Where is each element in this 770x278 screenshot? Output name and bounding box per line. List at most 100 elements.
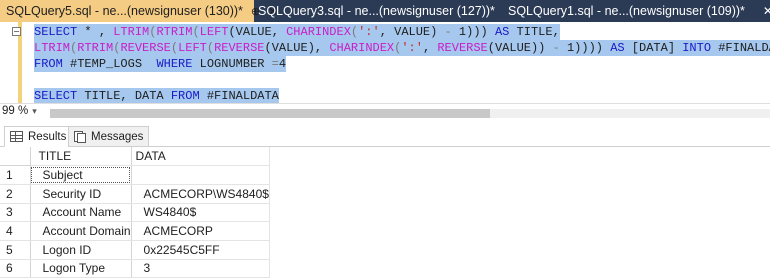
code-line-4: ​: [24, 72, 770, 88]
results-grid[interactable]: TITLE DATA 1 Subject 2 Security ID ACMEC…: [0, 147, 770, 278]
data-cell[interactable]: ACMECORP\WS4840$: [131, 184, 270, 204]
keyword: SELECT: [34, 89, 78, 103]
tab-results-label: Results: [28, 130, 67, 143]
table-row[interactable]: 5 Logon ID 0x22545C5FF: [0, 240, 270, 260]
tab-sqlquery3[interactable]: SQLQuery3.sql - ne...(newsignuser (127))…: [254, 0, 495, 22]
function-name: RTRIM: [156, 25, 193, 39]
column-header-title[interactable]: TITLE: [30, 147, 132, 167]
function-name: LTRIM: [34, 41, 71, 55]
code-text: * ,: [77, 25, 114, 39]
data-cell[interactable]: ACMECORP: [131, 221, 270, 241]
grid-icon: [10, 131, 23, 142]
code-text: (: [192, 25, 200, 39]
code-line-5: SELECT TITLE, DATA FROM #FINALDATA: [24, 88, 770, 104]
function-name: LEFT: [178, 41, 207, 55]
function-name: CHARINDEX: [286, 25, 351, 39]
code-text: #TEMP_LOGS: [62, 57, 157, 71]
function-name: REVERSE: [120, 41, 171, 55]
function-name: REVERSE: [214, 41, 265, 55]
function-name: LEFT: [199, 25, 229, 39]
code-text: TITLE,: [509, 25, 560, 39]
code-text: (VALUE)): [487, 41, 553, 55]
close-icon[interactable]: ✕: [763, 4, 770, 18]
keyword: AS: [494, 25, 510, 39]
code-line-2: LTRIM(RTRIM(REVERSE(LEFT(REVERSE(VALUE),…: [24, 40, 770, 56]
header-row: TITLE DATA: [0, 147, 270, 167]
tab-sqlquery5-label: SQLQuery5.sql - ne...(newsignuser (130))…: [6, 4, 243, 18]
row-number[interactable]: 3: [0, 203, 31, 223]
code-area[interactable]: SELECT * , LTRIM(RTRIM(LEFT(VALUE, CHARI…: [24, 24, 770, 104]
code-text: 1))): [451, 25, 495, 39]
string-literal: ':': [358, 25, 380, 39]
code-text: TITLE, DATA: [77, 89, 171, 103]
table-row[interactable]: 1 Subject: [0, 165, 270, 185]
tab-sqlquery3-label: SQLQuery3.sql - ne...(newsignuser (127))…: [258, 4, 495, 18]
keyword: FROM: [170, 89, 200, 103]
keyword: WHERE: [156, 57, 193, 71]
tab-sqlquery1-label: SQLQuery1.sql - ne...(newsignuser (109))…: [508, 4, 745, 18]
results-tab-bar: Results Messages: [0, 123, 770, 147]
code-text: ,: [422, 41, 438, 55]
operator: -: [552, 41, 560, 55]
code-text: 4: [278, 57, 287, 71]
code-text: LOGNUMBER: [192, 57, 272, 71]
column-header-data[interactable]: DATA: [131, 147, 270, 167]
results-table: TITLE DATA 1 Subject 2 Security ID ACMEC…: [0, 147, 270, 278]
scrollbar-thumb[interactable]: [50, 109, 490, 118]
title-cell[interactable]: Subject: [30, 165, 132, 185]
tab-messages-label: Messages: [91, 130, 144, 143]
code-text: [DATA]: [624, 41, 683, 55]
chevron-down-icon: ▾: [32, 105, 37, 116]
keyword: FROM: [34, 57, 63, 71]
row-number[interactable]: 6: [0, 259, 31, 278]
row-number[interactable]: 4: [0, 221, 31, 241]
tab-results[interactable]: Results: [4, 126, 73, 147]
title-cell[interactable]: Security ID: [30, 184, 132, 204]
row-number[interactable]: 2: [0, 184, 31, 204]
code-text: (: [206, 41, 215, 55]
data-cell[interactable]: 3: [131, 259, 270, 278]
title-cell[interactable]: Logon ID: [30, 240, 132, 260]
function-name: RTRIM: [77, 41, 114, 55]
collapse-icon[interactable]: −: [12, 27, 21, 36]
row-number[interactable]: 1: [0, 165, 31, 185]
row-number[interactable]: 5: [0, 240, 31, 260]
function-name: CHARINDEX: [329, 41, 395, 55]
title-cell[interactable]: Account Name: [30, 203, 132, 223]
tab-messages[interactable]: Messages: [68, 126, 150, 147]
function-name: LTRIM: [113, 25, 150, 39]
row-number-header[interactable]: [0, 147, 31, 167]
keyword: INTO: [682, 41, 712, 55]
keyword: SELECT: [34, 25, 78, 39]
operator: =: [271, 57, 279, 71]
editor-status-strip: 99 % ▾: [0, 103, 770, 121]
zoom-dropdown[interactable]: 99 % ▾: [2, 105, 37, 117]
zoom-value: 99 %: [2, 105, 29, 117]
operator: -: [444, 25, 452, 39]
code-text: , VALUE): [379, 25, 445, 39]
title-cell[interactable]: Account Domain: [30, 221, 132, 241]
table-row[interactable]: 3 Account Name WS4840$: [0, 203, 270, 223]
code-text: #FINALDATA: [718, 41, 770, 55]
table-row[interactable]: 6 Logon Type 3: [0, 259, 270, 278]
keyword: AS: [610, 41, 625, 55]
code-text: #FINALDATA: [199, 89, 279, 103]
table-row[interactable]: 2 Security ID ACMECORP\WS4840$: [0, 184, 270, 204]
document-tab-bar: SQLQuery5.sql - ne...(newsignuser (130))…: [0, 0, 770, 22]
data-cell[interactable]: WS4840$: [131, 203, 270, 223]
code-text: 1)))): [559, 41, 611, 55]
string-literal: ':': [401, 41, 423, 55]
query-editor[interactable]: − SELECT * , LTRIM(RTRIM(LEFT(VALUE, CHA…: [0, 22, 770, 104]
title-cell[interactable]: Logon Type: [30, 259, 132, 278]
code-text: (VALUE),: [264, 41, 330, 55]
data-cell[interactable]: 0x22545C5FF: [131, 240, 270, 260]
code-line-3: FROM #TEMP_LOGS WHERE LOGNUMBER =4: [24, 56, 770, 72]
code-line-1: SELECT * , LTRIM(RTRIM(LEFT(VALUE, CHARI…: [24, 24, 770, 40]
code-text: (: [170, 41, 179, 55]
tab-sqlquery1[interactable]: SQLQuery1.sql - ne...(newsignuser (109))…: [492, 0, 770, 22]
code-text: (VALUE,: [228, 25, 287, 39]
tab-sqlquery5[interactable]: SQLQuery5.sql - ne...(newsignuser (130))…: [0, 0, 277, 22]
table-row[interactable]: 4 Account Domain ACMECORP: [0, 221, 270, 241]
data-cell[interactable]: [131, 165, 270, 185]
function-name: REVERSE: [437, 41, 488, 55]
